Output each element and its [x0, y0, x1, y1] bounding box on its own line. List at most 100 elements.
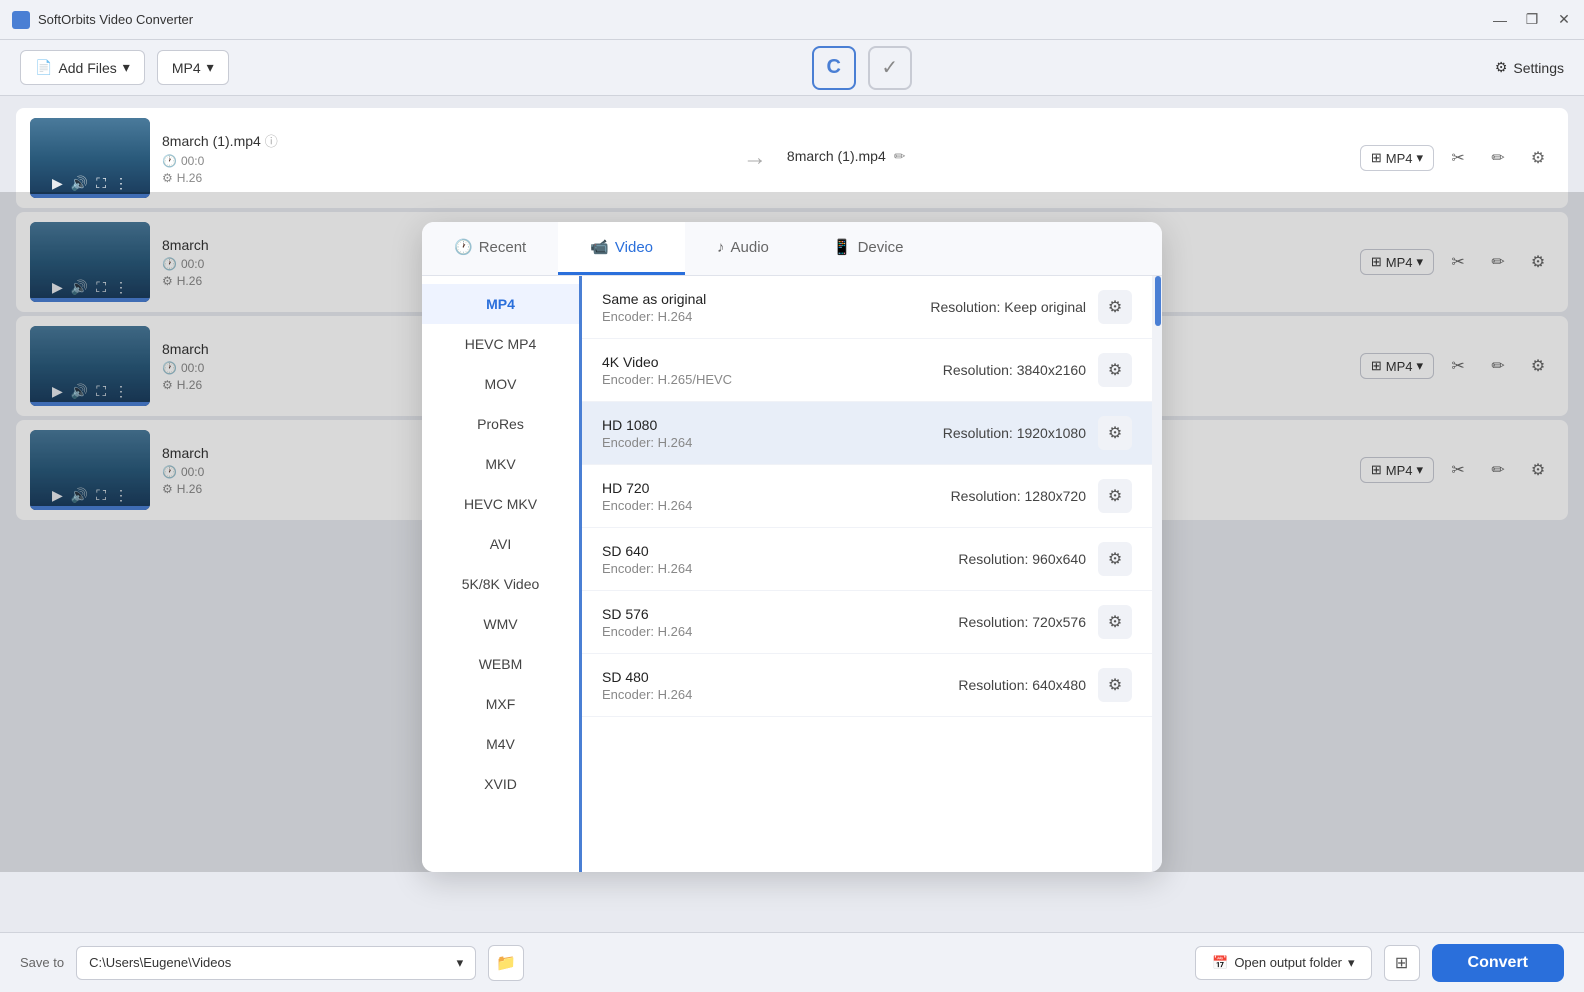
maximize-button[interactable]: ❐ — [1524, 12, 1540, 28]
preset-hd-720[interactable]: HD 720 Encoder: H.264 Resolution: 1280x7… — [582, 465, 1152, 528]
main-content: ▶ 🔊 ⛶ ⋮ 8march (1).mp4 ⓘ 🕐 00:0 ⚙ H.26 — [0, 96, 1584, 932]
preset-resolution: Resolution: 3840x2160 — [943, 362, 1086, 378]
clock-icon: 🕐 — [162, 154, 177, 168]
preset-info: SD 480 Encoder: H.264 — [602, 669, 958, 702]
preset-encoder: Encoder: H.265/HEVC — [602, 372, 943, 387]
format-item-mxf[interactable]: MXF — [422, 684, 579, 724]
tab-device[interactable]: 📱 Device — [801, 222, 936, 275]
preset-info: SD 576 Encoder: H.264 — [602, 606, 958, 639]
format-list: MP4 HEVC MP4 MOV ProRes MKV HEVC MKV AVI… — [422, 276, 582, 872]
close-button[interactable]: ✕ — [1556, 12, 1572, 28]
open-folder-label: Open output folder — [1234, 955, 1342, 970]
output-path-input[interactable]: C:\Users\Eugene\Videos ▾ — [76, 946, 476, 980]
modal-overlay[interactable]: 🕐 Recent 📹 Video ♪ Audio 📱 Device — [0, 192, 1584, 872]
preset-gear-button[interactable]: ⚙ — [1098, 479, 1132, 513]
format-item-avi[interactable]: AVI — [422, 524, 579, 564]
preset-name: SD 640 — [602, 543, 958, 559]
preset-hd-1080[interactable]: HD 1080 Encoder: H.264 Resolution: 1920x… — [582, 402, 1152, 465]
preset-gear-button[interactable]: ⚙ — [1098, 353, 1132, 387]
file-name: 8march (1).mp4 ⓘ — [162, 131, 723, 150]
format-item-5k8k[interactable]: 5K/8K Video — [422, 564, 579, 604]
dropdown-icon: ▾ — [1416, 150, 1423, 166]
preset-same-as-original[interactable]: Same as original Encoder: H.264 Resoluti… — [582, 276, 1152, 339]
check-button[interactable]: ✓ — [868, 46, 912, 90]
format-item-hevc-mp4[interactable]: HEVC MP4 — [422, 324, 579, 364]
app-icon — [12, 11, 30, 29]
browse-folder-button[interactable]: 📁 — [488, 945, 524, 981]
settings-icon: ⚙ — [1495, 59, 1508, 76]
preset-info: HD 720 Encoder: H.264 — [602, 480, 951, 513]
preset-gear-button[interactable]: ⚙ — [1098, 290, 1132, 324]
open-output-folder-button[interactable]: 📅 Open output folder ▾ — [1195, 946, 1371, 980]
preset-4k-video[interactable]: 4K Video Encoder: H.265/HEVC Resolution:… — [582, 339, 1152, 402]
preset-resolution: Resolution: 640x480 — [958, 677, 1086, 693]
file-actions: ⊞ MP4 ▾ ✂ ✏ ⚙ — [1360, 142, 1554, 174]
preset-gear-button[interactable]: ⚙ — [1098, 668, 1132, 702]
format-item-mp4[interactable]: MP4 — [422, 284, 579, 324]
minimize-button[interactable]: — — [1492, 12, 1508, 28]
preset-sd-480[interactable]: SD 480 Encoder: H.264 Resolution: 640x48… — [582, 654, 1152, 717]
settings-button[interactable]: ⚙ Settings — [1495, 59, 1564, 76]
tab-audio-label: Audio — [731, 239, 769, 256]
output-format-button[interactable]: ⊞ MP4 ▾ — [1360, 145, 1434, 171]
arrow-icon: → — [743, 144, 767, 172]
output-name: 8march (1).mp4 ✏ — [787, 148, 1348, 165]
tab-audio[interactable]: ♪ Audio — [685, 222, 801, 275]
format-selector-button[interactable]: MP4 ▾ — [157, 50, 229, 85]
preset-resolution: Resolution: 1280x720 — [951, 488, 1086, 504]
grid-view-button[interactable]: ⊞ — [1384, 945, 1420, 981]
preset-name: SD 576 — [602, 606, 958, 622]
folder-icon: 📁 — [496, 953, 516, 973]
path-dropdown-icon: ▾ — [457, 955, 464, 971]
preset-gear-button[interactable]: ⚙ — [1098, 416, 1132, 450]
logo-c-button[interactable]: C — [812, 46, 856, 90]
format-item-webm[interactable]: WEBM — [422, 644, 579, 684]
format-item-m4v[interactable]: M4V — [422, 724, 579, 764]
window-controls: — ❐ ✕ — [1492, 12, 1572, 28]
format-item-xvid[interactable]: XVID — [422, 764, 579, 804]
crop-icon[interactable]: ✂ — [1442, 142, 1474, 174]
recent-icon: 🕐 — [454, 238, 473, 256]
tab-recent-label: Recent — [479, 239, 527, 256]
format-item-wmv[interactable]: WMV — [422, 604, 579, 644]
preset-list: Same as original Encoder: H.264 Resoluti… — [582, 276, 1152, 872]
file-duration: 🕐 00:0 — [162, 154, 723, 168]
edit-icon[interactable]: ✏ — [894, 148, 906, 165]
check-icon: ✓ — [881, 55, 898, 80]
preset-encoder: Encoder: H.264 — [602, 498, 951, 513]
format-item-hevc-mkv[interactable]: HEVC MKV — [422, 484, 579, 524]
output-format-label: MP4 — [1386, 151, 1413, 166]
preset-resolution: Resolution: 960x640 — [958, 551, 1086, 567]
tab-device-label: Device — [858, 239, 904, 256]
preset-name: Same as original — [602, 291, 930, 307]
preset-gear-button[interactable]: ⚙ — [1098, 605, 1132, 639]
grid-icon: ⊞ — [1371, 150, 1382, 166]
play-icon[interactable]: ▶ — [52, 175, 63, 192]
preset-gear-button[interactable]: ⚙ — [1098, 542, 1132, 576]
tab-video[interactable]: 📹 Video — [558, 222, 685, 275]
toolbar: 📄 Add Files ▾ MP4 ▾ C ✓ ⚙ Settings — [0, 40, 1584, 96]
grid-icon: ⊞ — [1395, 953, 1408, 973]
format-item-prores[interactable]: ProRes — [422, 404, 579, 444]
format-item-mkv[interactable]: MKV — [422, 444, 579, 484]
preset-sd-640[interactable]: SD 640 Encoder: H.264 Resolution: 960x64… — [582, 528, 1152, 591]
open-folder-dropdown-icon: ▾ — [1348, 955, 1355, 971]
file-output: 8march (1).mp4 ✏ — [787, 148, 1348, 169]
file-codec: ⚙ H.26 — [162, 171, 723, 185]
edit-action-icon[interactable]: ✏ — [1482, 142, 1514, 174]
bottom-bar: Save to C:\Users\Eugene\Videos ▾ 📁 📅 Ope… — [0, 932, 1584, 992]
preset-resolution: Resolution: Keep original — [930, 299, 1086, 315]
preset-info: HD 1080 Encoder: H.264 — [602, 417, 943, 450]
add-files-dropdown-icon: ▾ — [123, 59, 130, 76]
path-text: C:\Users\Eugene\Videos — [89, 955, 231, 970]
preset-resolution: Resolution: 1920x1080 — [943, 425, 1086, 441]
fullscreen-icon: ⛶ — [96, 175, 106, 192]
preset-encoder: Encoder: H.264 — [602, 435, 943, 450]
add-files-button[interactable]: 📄 Add Files ▾ — [20, 50, 145, 85]
preset-sd-576[interactable]: SD 576 Encoder: H.264 Resolution: 720x57… — [582, 591, 1152, 654]
convert-button[interactable]: Convert — [1432, 944, 1564, 982]
video-icon: 📹 — [590, 238, 609, 256]
format-item-mov[interactable]: MOV — [422, 364, 579, 404]
settings-action-icon[interactable]: ⚙ — [1522, 142, 1554, 174]
tab-recent[interactable]: 🕐 Recent — [422, 222, 558, 275]
